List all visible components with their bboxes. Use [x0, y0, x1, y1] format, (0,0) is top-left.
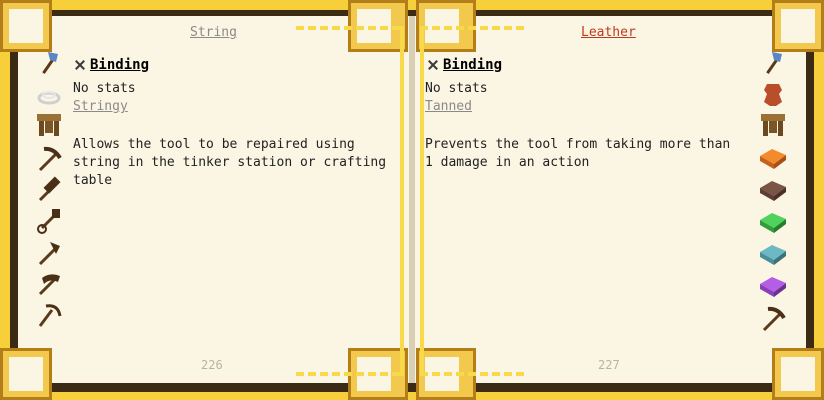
right-page-title[interactable]: Leather: [581, 25, 636, 40]
left-entry-name: Binding: [90, 57, 150, 73]
teal-ingot-icon[interactable]: [758, 242, 786, 268]
axe-icon[interactable]: [36, 50, 62, 76]
left-stats: No stats: [73, 81, 136, 96]
string-icon[interactable]: [36, 82, 62, 108]
leather-icon[interactable]: [760, 82, 786, 108]
green-ingot-icon[interactable]: [758, 210, 786, 236]
tool-part-icon: [427, 59, 439, 71]
left-page-number: 226: [201, 358, 223, 372]
right-page-bottom-border: [420, 372, 528, 376]
right-description: Prevents the tool from taking more than …: [425, 137, 731, 170]
table-icon[interactable]: [36, 112, 62, 138]
book-left-edge: [0, 0, 10, 400]
book-top-edge: [0, 0, 824, 10]
right-page-spine-border: [420, 26, 424, 376]
left-page-top-border: [296, 26, 404, 30]
book: String Binding No stats Stringy Allows t…: [0, 0, 824, 400]
pickaxe-icon[interactable]: [36, 146, 62, 172]
corner-ornament-top-right: [772, 0, 824, 52]
brown-ingot-icon[interactable]: [758, 178, 786, 204]
book-spine: [409, 16, 415, 383]
mattock-icon[interactable]: [36, 240, 62, 266]
left-trait-link[interactable]: Stringy: [73, 99, 128, 114]
left-page-spine-border: [400, 26, 404, 376]
tool-part-icon: [74, 59, 86, 71]
hammer-icon[interactable]: [36, 176, 62, 202]
scythe-icon[interactable]: [36, 302, 62, 328]
orange-ingot-icon[interactable]: [758, 146, 786, 172]
right-page-top-border: [420, 26, 528, 30]
corner-ornament-bottom-left: [0, 348, 52, 400]
purple-ingot-icon[interactable]: [758, 274, 786, 300]
left-page-bottom-border: [296, 372, 404, 376]
shovel-icon[interactable]: [36, 208, 62, 234]
right-stats: No stats: [425, 81, 488, 96]
pickaxe-icon[interactable]: [760, 306, 786, 332]
axe-icon[interactable]: [760, 50, 786, 76]
left-description: Allows the tool to be repaired using str…: [73, 137, 387, 188]
book-right-edge: [814, 0, 824, 400]
corner-ornament-bottom-right: [772, 348, 824, 400]
left-entry-header: Binding: [74, 57, 149, 73]
excavator-icon[interactable]: [36, 270, 62, 296]
left-page-title[interactable]: String: [190, 25, 237, 40]
corner-ornament-top-left: [0, 0, 52, 52]
right-trait-link[interactable]: Tanned: [425, 99, 472, 114]
table-icon[interactable]: [760, 112, 786, 138]
right-page-number: 227: [598, 358, 620, 372]
right-entry-header: Binding: [427, 57, 502, 73]
right-entry-name: Binding: [443, 57, 503, 73]
